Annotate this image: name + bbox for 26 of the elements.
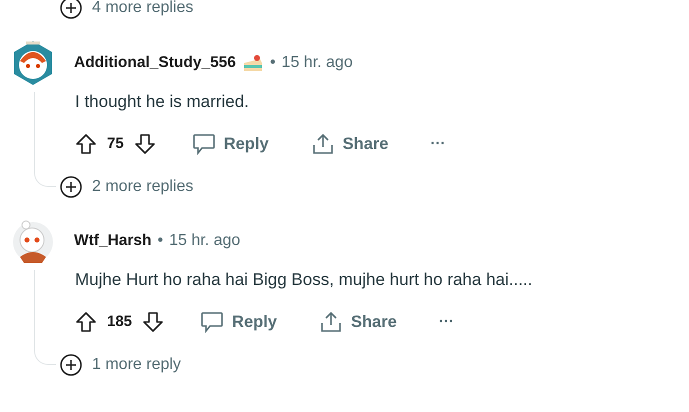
- speech-bubble-icon: [200, 311, 224, 333]
- share-button[interactable]: Share: [302, 128, 396, 160]
- share-icon: [310, 133, 335, 155]
- more-options-button[interactable]: ···: [424, 130, 452, 158]
- username[interactable]: Additional_Study_556: [74, 51, 236, 75]
- username[interactable]: Wtf_Harsh: [74, 229, 152, 253]
- more-replies-link[interactable]: 1 more reply: [92, 353, 181, 377]
- separator-dot: •: [270, 53, 276, 73]
- reply-button[interactable]: Reply: [192, 306, 285, 338]
- vote-count: 185: [107, 312, 132, 332]
- more-replies-link[interactable]: 2 more replies: [92, 175, 194, 199]
- share-icon: [318, 311, 343, 333]
- vote-count: 75: [107, 134, 124, 154]
- timestamp: 15 hr. ago: [169, 231, 240, 251]
- plus-circle-icon: [60, 354, 82, 376]
- comment-text: I thought he is married.: [74, 91, 250, 113]
- plus-circle-icon: [60, 176, 82, 198]
- separator-dot: •: [158, 231, 164, 251]
- more-options-button[interactable]: ···: [432, 308, 460, 336]
- avatar-icon: [12, 39, 54, 87]
- speech-bubble-icon: [192, 133, 216, 155]
- comment-text: Mujhe Hurt ho raha hai Bigg Boss, mujhe hurt ho raha hai.....: [74, 269, 534, 291]
- more-replies-link[interactable]: 4 more replies: [92, 0, 194, 20]
- timestamp: 15 hr. ago: [282, 53, 353, 73]
- share-button[interactable]: Share: [310, 306, 405, 338]
- reply-button[interactable]: Reply: [184, 128, 277, 160]
